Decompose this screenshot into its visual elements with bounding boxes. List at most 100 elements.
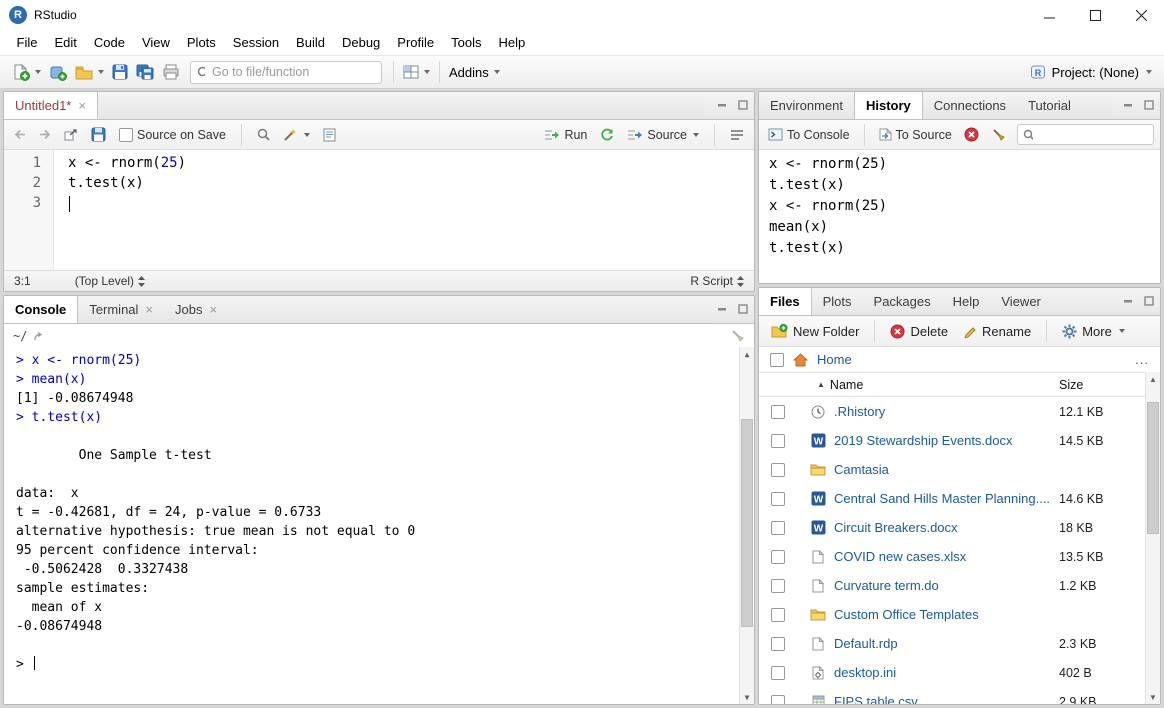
tab-console[interactable]: Console — [4, 296, 78, 324]
file-name-link[interactable]: FIPS table.csv — [834, 694, 1059, 704]
menu-item[interactable]: File — [8, 31, 46, 54]
scroll-down-icon[interactable]: ▼ — [740, 690, 754, 704]
file-name-link[interactable]: Camtasia — [834, 462, 1059, 477]
file-checkbox[interactable] — [771, 666, 785, 680]
menu-item[interactable]: Session — [224, 31, 287, 54]
scroll-down-icon[interactable]: ▼ — [1146, 690, 1160, 704]
menu-item[interactable]: Tools — [443, 31, 490, 54]
history-search[interactable] — [1017, 124, 1154, 145]
file-checkbox[interactable] — [771, 637, 785, 651]
history-entry[interactable]: x <- rnorm(25) — [769, 154, 1150, 175]
file-name-link[interactable]: .Rhistory — [834, 404, 1059, 419]
maximize-pane-icon[interactable] — [735, 302, 751, 316]
column-header-name[interactable]: ▲ Name — [759, 378, 1059, 392]
minimize-pane-icon[interactable] — [714, 302, 730, 316]
close-icon[interactable]: × — [145, 302, 153, 317]
history-list[interactable]: x <- rnorm(25)t.test(x)x <- rnorm(25)mea… — [759, 150, 1160, 283]
scrollbar-thumb[interactable] — [1147, 402, 1159, 534]
source-button[interactable]: Source — [624, 126, 702, 144]
tab-files[interactable]: Files — [759, 288, 812, 316]
tab-plots[interactable]: Plots — [812, 288, 863, 315]
save-all-button[interactable] — [132, 61, 158, 83]
menu-item[interactable]: View — [133, 31, 178, 54]
file-checkbox[interactable] — [771, 579, 785, 593]
console-prompt[interactable]: > — [16, 655, 734, 674]
column-header-size[interactable]: Size — [1059, 378, 1145, 392]
compile-report-button[interactable] — [320, 126, 339, 144]
file-name-link[interactable]: Curvature term.do — [834, 578, 1059, 593]
clear-history-button[interactable] — [988, 125, 1009, 144]
addins-button[interactable]: Addins — [445, 62, 504, 83]
maximize-pane-icon[interactable] — [1141, 294, 1157, 308]
file-checkbox[interactable] — [771, 492, 785, 506]
doc-type-selector[interactable]: R Script — [690, 274, 744, 288]
history-entry[interactable]: t.test(x) — [769, 175, 1150, 196]
file-name-link[interactable]: Central Sand Hills Master Planning.... — [834, 491, 1059, 506]
tab-terminal[interactable]: Terminal× — [78, 296, 164, 323]
breadcrumb-home-link[interactable]: Home — [817, 352, 852, 367]
files-scrollbar[interactable]: ▲ ▼ — [1145, 372, 1160, 704]
tab-packages[interactable]: Packages — [863, 288, 942, 315]
file-name-link[interactable]: Default.rdp — [834, 636, 1059, 651]
tab-viewer[interactable]: Viewer — [990, 288, 1052, 315]
clear-console-icon[interactable] — [730, 328, 745, 343]
back-button[interactable] — [11, 127, 29, 142]
console-scrollbar[interactable]: ▲ ▼ — [739, 347, 754, 704]
new-project-button[interactable] — [45, 61, 71, 84]
history-entry[interactable]: x <- rnorm(25) — [769, 196, 1150, 217]
more-button[interactable]: More — [1057, 322, 1130, 341]
menu-item[interactable]: Debug — [333, 31, 388, 54]
history-search-input[interactable] — [1037, 127, 1148, 143]
checkbox-icon[interactable] — [119, 128, 133, 142]
history-entry[interactable]: mean(x) — [769, 217, 1150, 238]
file-checkbox[interactable] — [771, 695, 785, 705]
tab-help[interactable]: Help — [942, 288, 991, 315]
run-button[interactable]: Run — [541, 126, 590, 144]
breadcrumb-ellipsis-button[interactable]: ... — [1135, 352, 1149, 367]
file-name-link[interactable]: 2019 Stewardship Events.docx — [834, 433, 1059, 448]
code-tools-button[interactable] — [280, 126, 313, 144]
minimize-pane-icon[interactable] — [1120, 98, 1136, 112]
console-output[interactable]: > x <- rnorm(25)> mean(x)[1] -0.08674948… — [4, 347, 754, 704]
maximize-button[interactable] — [1072, 0, 1118, 30]
pane-layout-button[interactable] — [399, 62, 434, 82]
file-checkbox[interactable] — [771, 550, 785, 564]
scrollbar-thumb[interactable] — [741, 419, 753, 627]
goto-file-input[interactable] — [210, 64, 375, 80]
tab-environment[interactable]: Environment — [759, 92, 854, 119]
tab-jobs[interactable]: Jobs× — [164, 296, 228, 323]
menu-item[interactable]: Plots — [178, 31, 224, 54]
goto-file-search[interactable] — [190, 61, 382, 84]
save-source-button[interactable] — [88, 125, 109, 144]
file-checkbox[interactable] — [771, 463, 785, 477]
menu-item[interactable]: Build — [288, 31, 334, 54]
tab-untitled1[interactable]: Untitled1* × — [4, 92, 98, 120]
file-checkbox[interactable] — [771, 608, 785, 622]
forward-button[interactable] — [36, 127, 54, 142]
close-button[interactable] — [1118, 0, 1164, 30]
tab-tutorial[interactable]: Tutorial — [1017, 92, 1071, 119]
maximize-pane-icon[interactable] — [1141, 98, 1157, 112]
new-file-button[interactable] — [8, 61, 45, 84]
menu-item[interactable]: Profile — [389, 31, 443, 54]
close-icon[interactable]: × — [78, 98, 86, 113]
maximize-pane-icon[interactable] — [735, 98, 751, 112]
code-editor[interactable]: 123 x <- rnorm(25)t.test(x) — [4, 150, 754, 270]
rerun-button[interactable] — [597, 126, 617, 143]
close-icon[interactable]: × — [209, 302, 217, 317]
find-replace-button[interactable] — [254, 126, 273, 143]
new-folder-button[interactable]: New Folder — [766, 322, 864, 341]
menu-item[interactable]: Help — [490, 31, 534, 54]
home-icon[interactable] — [793, 353, 808, 367]
scroll-up-icon[interactable]: ▲ — [740, 347, 754, 361]
delete-file-button[interactable]: Delete — [885, 322, 953, 341]
open-file-button[interactable] — [71, 62, 108, 83]
goto-directory-icon[interactable] — [33, 331, 45, 341]
tab-connections[interactable]: Connections — [923, 92, 1017, 119]
menu-item[interactable]: Code — [85, 31, 133, 54]
project-menu-button[interactable]: R Project: (None) — [1030, 64, 1156, 80]
scroll-up-icon[interactable]: ▲ — [1146, 372, 1160, 386]
code-lines[interactable]: x <- rnorm(25)t.test(x) — [54, 150, 754, 270]
file-checkbox[interactable] — [771, 521, 785, 535]
file-checkbox[interactable] — [771, 405, 785, 419]
